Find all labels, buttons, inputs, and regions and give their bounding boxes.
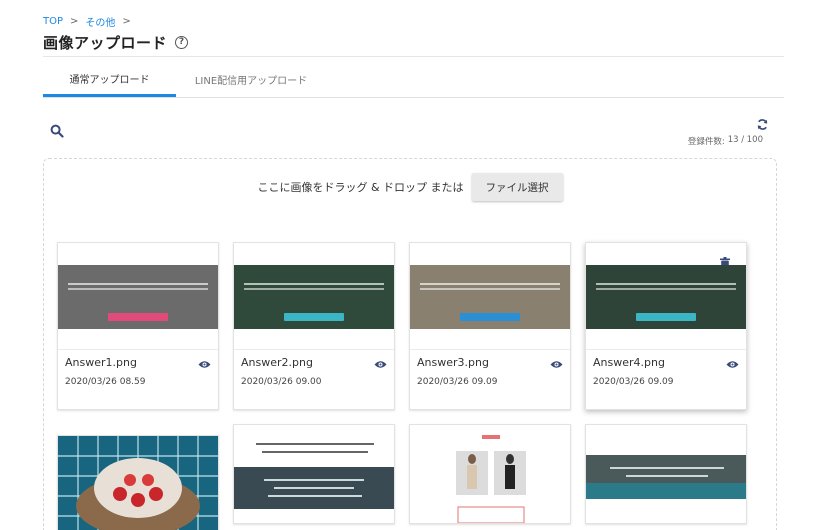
registered-count: 登録件数: 13 / 100	[688, 135, 763, 147]
image-date: 2020/03/26 08.59	[65, 377, 146, 387]
image-filename: Answer2.png	[241, 356, 313, 369]
thumbnail-button	[284, 313, 344, 321]
breadcrumb: TOP > その他 >	[43, 14, 131, 29]
image-card[interactable]	[409, 424, 571, 524]
dropzone-row: ここに画像をドラッグ & ドロップ または ファイル選択	[44, 173, 776, 201]
count-value: 13 / 100	[727, 135, 763, 145]
card-divider	[58, 349, 218, 350]
tab-line-upload[interactable]: LINE配信用アップロード	[176, 62, 326, 97]
thumbnail-text	[596, 283, 736, 285]
search-icon[interactable]	[50, 124, 64, 138]
dropzone-text: ここに画像をドラッグ & ドロップ または	[257, 181, 464, 194]
image-date: 2020/03/26 09.09	[593, 377, 674, 387]
thumbnail-text	[420, 283, 560, 285]
eye-icon[interactable]	[550, 360, 563, 369]
breadcrumb-other[interactable]: その他	[85, 14, 115, 29]
image-filename: Answer1.png	[65, 356, 137, 369]
file-select-button[interactable]: ファイル選択	[471, 173, 563, 201]
eye-icon[interactable]	[726, 360, 739, 369]
thumbnail-button	[636, 313, 696, 321]
image-card[interactable]	[585, 424, 747, 524]
image-date: 2020/03/26 09.09	[417, 377, 498, 387]
refresh-icon[interactable]	[756, 118, 769, 131]
image-thumbnail	[58, 436, 218, 530]
card-divider	[586, 349, 746, 350]
page-title: 画像アップロード	[43, 34, 168, 52]
eye-icon[interactable]	[198, 360, 211, 369]
eye-icon[interactable]	[374, 360, 387, 369]
image-thumbnail	[234, 265, 394, 329]
image-thumbnail	[234, 425, 394, 523]
image-thumbnail	[586, 265, 746, 329]
breadcrumb-separator: >	[122, 16, 131, 27]
image-thumbnail	[586, 425, 746, 523]
image-card[interactable]	[233, 424, 395, 524]
breadcrumb-top[interactable]: TOP	[43, 16, 63, 27]
thumbnail-button	[108, 313, 168, 321]
image-card[interactable]: Answer1.png 2020/03/26 08.59	[57, 242, 219, 410]
image-card[interactable]: Answer3.png 2020/03/26 09.09	[409, 242, 571, 410]
image-card[interactable]	[57, 435, 219, 530]
card-divider	[234, 349, 394, 350]
breadcrumb-separator: >	[70, 16, 79, 27]
title-row: 画像アップロード ?	[43, 32, 189, 53]
image-date: 2020/03/26 09.00	[241, 377, 322, 387]
thumbnail-button	[460, 313, 520, 321]
image-thumbnail	[410, 265, 570, 329]
image-card[interactable]: Answer2.png 2020/03/26 09.00	[233, 242, 395, 410]
image-thumbnail	[58, 265, 218, 329]
upload-tabs: 通常アップロード LINE配信用アップロード	[43, 62, 784, 98]
tab-normal-upload[interactable]: 通常アップロード	[43, 62, 176, 97]
divider	[43, 56, 784, 57]
image-filename: Answer4.png	[593, 356, 665, 369]
thumbnail-text	[244, 283, 384, 285]
card-divider	[410, 349, 570, 350]
image-card[interactable]: Answer4.png 2020/03/26 09.09	[585, 242, 747, 410]
thumbnail-text	[68, 283, 208, 285]
image-filename: Answer3.png	[417, 356, 489, 369]
count-label: 登録件数:	[687, 137, 725, 147]
help-circle-icon[interactable]: ?	[175, 36, 189, 49]
image-thumbnail	[410, 425, 570, 523]
